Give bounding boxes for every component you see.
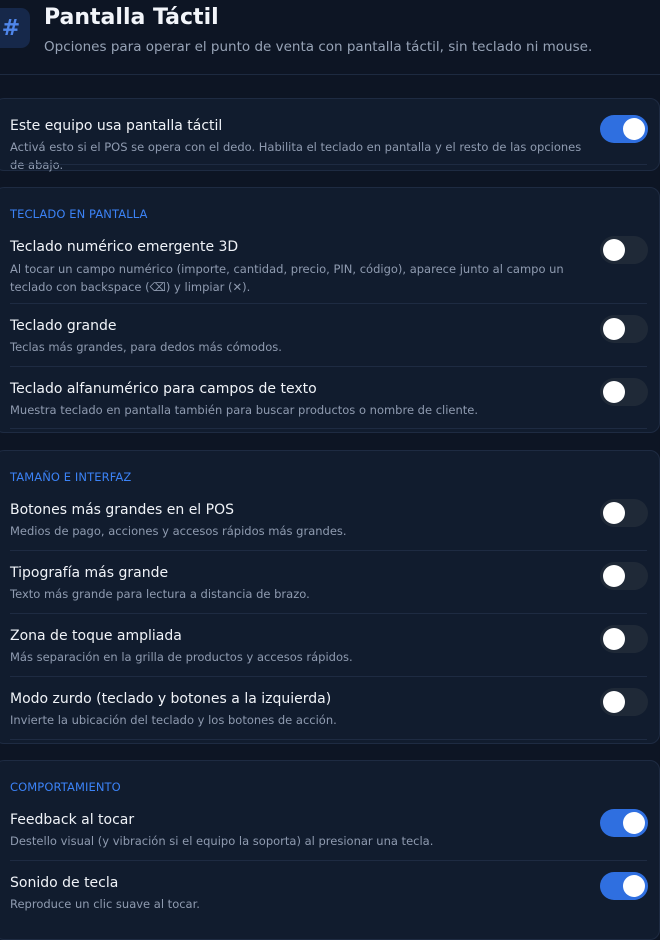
setting-row: Feedback al tocar Destello visual (y vib… (10, 812, 647, 852)
setting-title: Modo zurdo (teclado y botones a la izqui… (10, 691, 332, 707)
toggle-large-buttons[interactable] (600, 499, 648, 527)
divider (10, 613, 647, 614)
setting-description: Destello visual (y vibración si el equip… (10, 834, 434, 848)
setting-row: Teclado grande Teclas más grandes, para … (10, 318, 647, 358)
divider (10, 739, 647, 740)
setting-description: Medios de pago, acciones y accesos rápid… (10, 524, 347, 538)
toggle-knob (603, 239, 625, 261)
toggle-left-hand-mode[interactable] (600, 688, 648, 716)
setting-description: Texto más grande para lectura a distanci… (10, 587, 310, 601)
setting-description: Activá esto si el POS se opera con el de… (10, 140, 582, 172)
toggle-key-sound[interactable] (600, 872, 648, 900)
divider (10, 860, 647, 861)
toggle-numeric-keyboard[interactable] (600, 236, 648, 264)
toggle-knob (623, 812, 645, 834)
setting-title: Teclado alfanumérico para campos de text… (10, 381, 317, 397)
divider (10, 366, 647, 367)
setting-title: Feedback al tocar (10, 812, 135, 828)
divider (10, 550, 647, 551)
setting-row: Tipografía más grande Texto más grande p… (10, 565, 647, 605)
setting-title: Tipografía más grande (10, 565, 169, 581)
setting-row: Modo zurdo (teclado y botones a la izqui… (10, 691, 647, 731)
setting-title: Teclado numérico emergente 3D (10, 239, 239, 255)
toggle-knob (603, 318, 625, 340)
setting-title: Sonido de tecla (10, 875, 119, 891)
page-title: Pantalla Táctil (44, 5, 219, 30)
setting-title: Botones más grandes en el POS (10, 502, 234, 518)
toggle-knob (603, 691, 625, 713)
main-setting-card: Este equipo usa pantalla táctil Activá e… (0, 98, 660, 172)
setting-row: Teclado alfanumérico para campos de text… (10, 381, 647, 421)
divider (10, 303, 647, 304)
section-keyboard-card: TECLADO EN PANTALLA Teclado numérico eme… (0, 187, 660, 433)
setting-description: Teclas más grandes, para dedos más cómod… (10, 340, 282, 354)
toggle-knob (603, 502, 625, 524)
toggle-knob (603, 565, 625, 587)
setting-title: Teclado grande (10, 318, 117, 334)
toggle-large-keyboard[interactable] (600, 315, 648, 343)
page-subtitle: Opciones para operar el punto de venta c… (44, 39, 593, 55)
toggle-touch-zone[interactable] (600, 625, 648, 653)
toggle-knob (623, 118, 645, 140)
toggle-touchscreen[interactable] (600, 115, 648, 143)
toggle-alphanumeric-keyboard[interactable] (600, 378, 648, 406)
setting-row: Botones más grandes en el POS Medios de … (10, 502, 647, 542)
section-label: TECLADO EN PANTALLA (10, 207, 148, 221)
setting-row: Zona de toque ampliada Más separación en… (10, 628, 647, 668)
divider (10, 428, 647, 429)
setting-description: Reproduce un clic suave al tocar. (10, 897, 200, 911)
setting-description: Al tocar un campo numérico (importe, can… (10, 262, 564, 294)
setting-row: Sonido de tecla Reproduce un clic suave … (10, 875, 647, 915)
toggle-knob (603, 381, 625, 403)
section-interface-card: TAMAÑO E INTERFAZ Botones más grandes en… (0, 450, 660, 744)
divider (10, 676, 647, 677)
divider (10, 164, 647, 165)
setting-title: Este equipo usa pantalla táctil (10, 118, 223, 134)
setting-description: Más separación en la grilla de productos… (10, 650, 353, 664)
setting-title: Zona de toque ampliada (10, 628, 182, 644)
page-header: # Pantalla Táctil Opciones para operar e… (0, 0, 660, 75)
section-label: COMPORTAMIENTO (10, 780, 121, 794)
setting-description: Invierte la ubicación del teclado y los … (10, 713, 337, 727)
toggle-large-typography[interactable] (600, 562, 648, 590)
toggle-touch-feedback[interactable] (600, 809, 648, 837)
setting-row-touchscreen: Este equipo usa pantalla táctil Activá e… (10, 118, 647, 172)
hash-icon: # (0, 8, 30, 48)
section-behavior-card: COMPORTAMIENTO Feedback al tocar Destell… (0, 760, 660, 940)
section-label: TAMAÑO E INTERFAZ (10, 470, 132, 484)
toggle-knob (623, 875, 645, 897)
setting-row: Teclado numérico emergente 3D Al tocar u… (10, 239, 647, 294)
setting-description: Muestra teclado en pantalla también para… (10, 403, 479, 417)
toggle-knob (603, 628, 625, 650)
